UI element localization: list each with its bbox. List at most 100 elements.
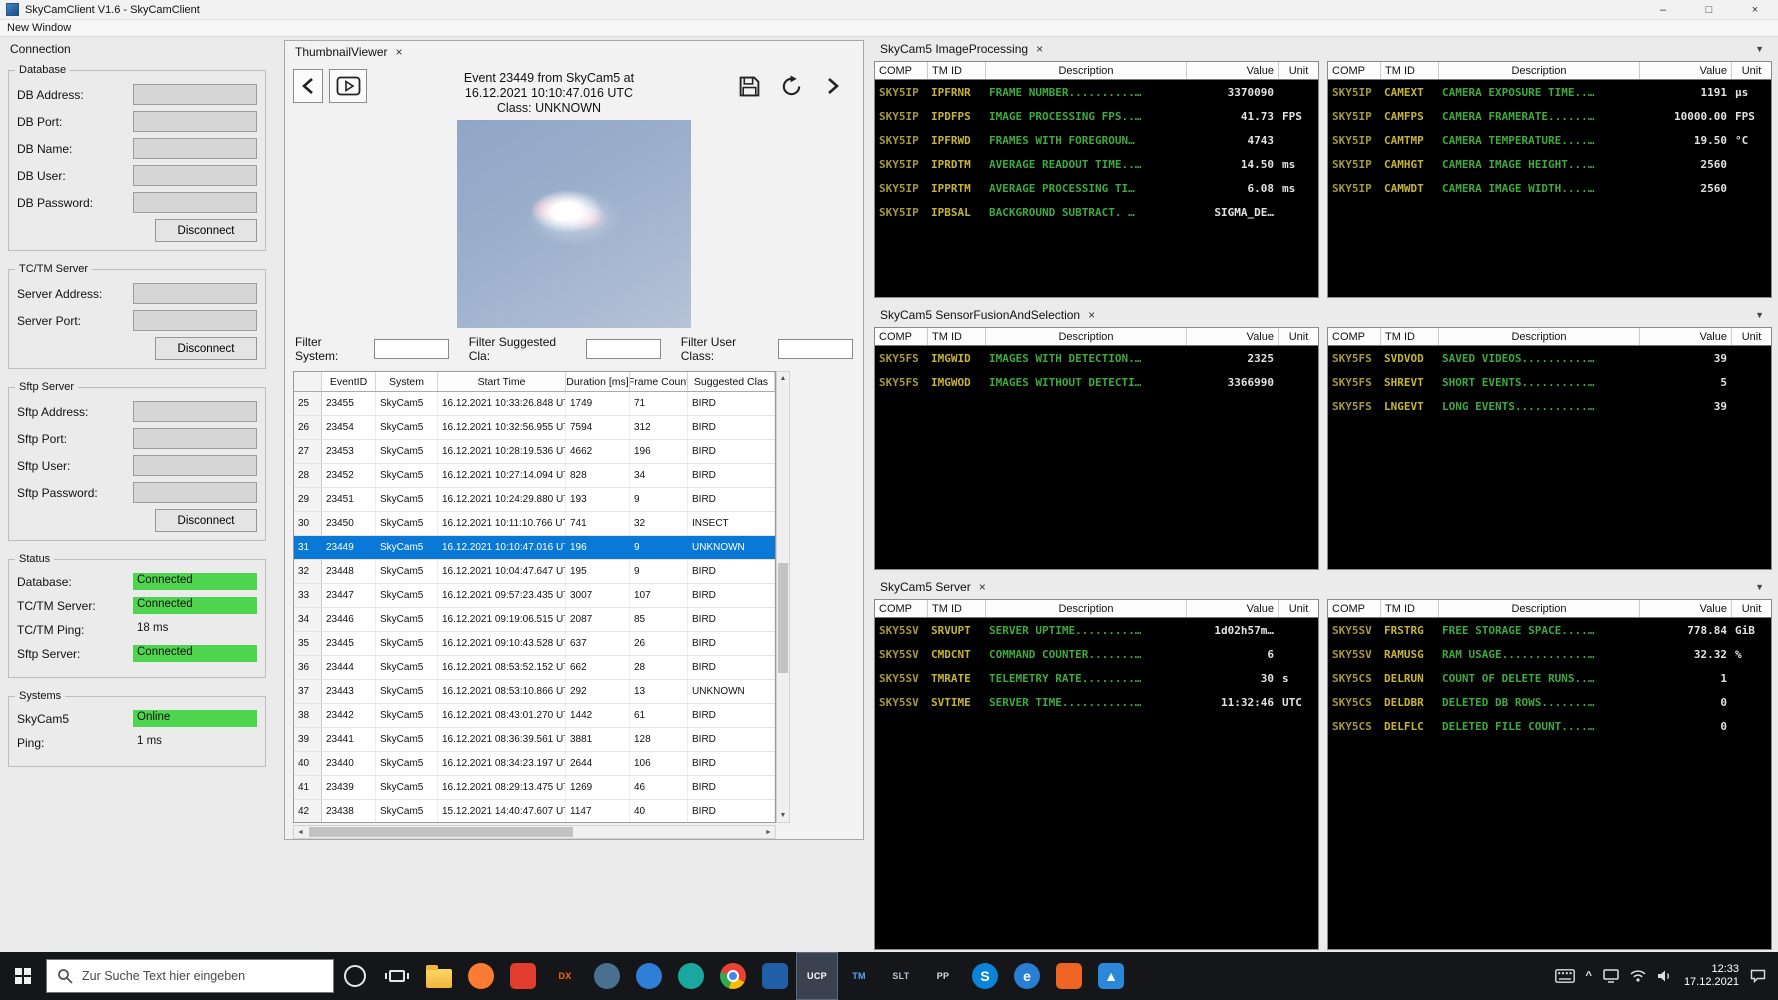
save-button[interactable] bbox=[731, 69, 767, 103]
notification-center-icon[interactable] bbox=[1750, 969, 1766, 983]
start-button[interactable] bbox=[0, 952, 46, 1000]
column-header-eventid[interactable]: EventID bbox=[322, 372, 376, 391]
event-row[interactable]: 2523455SkyCam516.12.2021 10:33:26.848 UT… bbox=[294, 392, 775, 416]
edge-icon[interactable]: e bbox=[1006, 952, 1048, 1000]
column-header-frame-count[interactable]: Frame Count bbox=[630, 372, 688, 391]
file-explorer-icon-glyph bbox=[426, 969, 452, 988]
scroll-up-icon[interactable]: ▲ bbox=[777, 372, 789, 385]
tctm-disconnect-button[interactable]: Disconnect bbox=[155, 337, 257, 360]
app-icon-orange[interactable] bbox=[1048, 952, 1090, 1000]
event-row[interactable]: 3923441SkyCam516.12.2021 08:36:39.561 UT… bbox=[294, 728, 775, 752]
close-icon[interactable]: × bbox=[1036, 42, 1043, 56]
event-row[interactable]: 4223438SkyCam515.12.2021 14:40:47.607 UT… bbox=[294, 800, 775, 823]
event-row[interactable]: 3623444SkyCam516.12.2021 08:53:52.152 UT… bbox=[294, 656, 775, 680]
dropdown-icon[interactable]: ▼ bbox=[1755, 310, 1764, 320]
db-user-input[interactable] bbox=[133, 165, 257, 186]
network-icon[interactable] bbox=[1630, 970, 1646, 982]
event-row[interactable]: 4123439SkyCam516.12.2021 08:29:13.475 UT… bbox=[294, 776, 775, 800]
event-row[interactable]: 3123449SkyCam516.12.2021 10:10:47.016 UT… bbox=[294, 536, 775, 560]
sftp-port-input[interactable] bbox=[133, 428, 257, 449]
filter-suggested-class-input[interactable] bbox=[586, 339, 661, 359]
sftp-disconnect-button[interactable]: Disconnect bbox=[155, 509, 257, 532]
play-button[interactable] bbox=[329, 69, 367, 103]
event-row[interactable]: 3823442SkyCam516.12.2021 08:43:01.270 UT… bbox=[294, 704, 775, 728]
server-port-input[interactable] bbox=[133, 310, 257, 331]
menu-new-window[interactable]: New Window bbox=[7, 22, 71, 34]
sftp-user-input[interactable] bbox=[133, 455, 257, 476]
dx-icon[interactable]: DX bbox=[544, 952, 586, 1000]
scroll-left-icon[interactable]: ◄ bbox=[294, 826, 307, 838]
taskbar-search-input[interactable]: Zur Suche Text hier eingeben bbox=[46, 959, 334, 993]
db-name-input[interactable] bbox=[133, 138, 257, 159]
event-thumbnail-image[interactable] bbox=[457, 120, 691, 328]
photos-icon[interactable]: ▲ bbox=[1090, 952, 1132, 1000]
event-row[interactable]: 3023450SkyCam516.12.2021 10:11:10.766 UT… bbox=[294, 512, 775, 536]
event-row[interactable]: 2823452SkyCam516.12.2021 10:27:14.094 UT… bbox=[294, 464, 775, 488]
sftp-password-input[interactable] bbox=[133, 482, 257, 503]
file-explorer-icon[interactable] bbox=[418, 952, 460, 1000]
display-icon[interactable] bbox=[1603, 969, 1619, 983]
skype-icon[interactable]: S bbox=[964, 952, 1006, 1000]
column-header-system[interactable]: System bbox=[376, 372, 438, 391]
scroll-right-icon[interactable]: ► bbox=[762, 826, 775, 838]
app-icon-blue[interactable] bbox=[628, 952, 670, 1000]
horizontal-scroll-thumb[interactable] bbox=[309, 827, 573, 837]
column-header-duration[interactable]: Duration [ms] bbox=[566, 372, 630, 391]
cortana-icon[interactable] bbox=[334, 952, 376, 1000]
vertical-scroll-thumb[interactable] bbox=[778, 563, 788, 673]
dropdown-icon[interactable]: ▼ bbox=[1755, 44, 1764, 54]
maximize-button[interactable]: □ bbox=[1686, 0, 1732, 19]
app-icon-navy[interactable] bbox=[754, 952, 796, 1000]
hidden-icons-chevron[interactable]: ^ bbox=[1586, 970, 1592, 982]
app-icon-red[interactable] bbox=[502, 952, 544, 1000]
volume-icon[interactable] bbox=[1657, 969, 1673, 983]
column-header-suggested-class[interactable]: Suggested Clas bbox=[688, 372, 775, 391]
db-disconnect-button[interactable]: Disconnect bbox=[155, 219, 257, 242]
previous-event-button[interactable] bbox=[293, 69, 323, 103]
event-row[interactable]: 2723453SkyCam516.12.2021 10:28:19.536 UT… bbox=[294, 440, 775, 464]
db-port-input[interactable] bbox=[133, 111, 257, 132]
firefox-icon[interactable] bbox=[460, 952, 502, 1000]
tm-id: IMGWID bbox=[927, 352, 985, 365]
sftp-address-input[interactable] bbox=[133, 401, 257, 422]
close-button[interactable]: × bbox=[1732, 0, 1778, 19]
tm-icon[interactable]: TM bbox=[838, 952, 880, 1000]
event-row[interactable]: 3323447SkyCam516.12.2021 09:57:23.435 UT… bbox=[294, 584, 775, 608]
close-icon[interactable]: × bbox=[1088, 308, 1095, 322]
event-row[interactable]: 3523445SkyCam516.12.2021 09:10:43.528 UT… bbox=[294, 632, 775, 656]
ucp-icon[interactable]: UCP bbox=[796, 952, 838, 1000]
pp-icon[interactable]: PP bbox=[922, 952, 964, 1000]
minimize-button[interactable]: – bbox=[1640, 0, 1686, 19]
event-row[interactable]: 2623454SkyCam516.12.2021 10:32:56.955 UT… bbox=[294, 416, 775, 440]
column-header-start-time[interactable]: Start Time bbox=[438, 372, 566, 391]
event-row[interactable]: 3223448SkyCam516.12.2021 10:04:47.647 UT… bbox=[294, 560, 775, 584]
task-view-icon[interactable] bbox=[376, 952, 418, 1000]
db-address-input[interactable] bbox=[133, 84, 257, 105]
filter-system-label: Filter System: bbox=[295, 335, 368, 363]
horizontal-scroll-track[interactable] bbox=[307, 826, 762, 838]
cell-frame-count: 196 bbox=[630, 440, 688, 463]
filter-system-input[interactable] bbox=[374, 339, 449, 359]
vertical-scroll-track[interactable] bbox=[777, 385, 789, 809]
slt-icon[interactable]: SLT bbox=[880, 952, 922, 1000]
browser-icon[interactable] bbox=[712, 952, 754, 1000]
next-event-button[interactable] bbox=[815, 69, 851, 103]
server-address-input[interactable] bbox=[133, 283, 257, 304]
taskbar-clock[interactable]: 12:33 17.12.2021 bbox=[1684, 963, 1739, 989]
refresh-button[interactable] bbox=[773, 69, 809, 103]
event-row[interactable]: 4023440SkyCam516.12.2021 08:34:23.197 UT… bbox=[294, 752, 775, 776]
scroll-down-icon[interactable]: ▼ bbox=[777, 809, 789, 822]
dropdown-icon[interactable]: ▼ bbox=[1755, 582, 1764, 592]
close-icon[interactable]: × bbox=[979, 580, 986, 594]
app-icon-teal[interactable] bbox=[670, 952, 712, 1000]
db-password-input[interactable] bbox=[133, 192, 257, 213]
event-row[interactable]: 2923451SkyCam516.12.2021 10:24:29.880 UT… bbox=[294, 488, 775, 512]
vertical-scrollbar[interactable]: ▲ ▼ bbox=[776, 371, 790, 823]
filter-user-class-input[interactable] bbox=[778, 339, 853, 359]
app-icon-steelblue[interactable] bbox=[586, 952, 628, 1000]
event-row[interactable]: 3423446SkyCam516.12.2021 09:19:06.515 UT… bbox=[294, 608, 775, 632]
event-row[interactable]: 3723443SkyCam516.12.2021 08:53:10.866 UT… bbox=[294, 680, 775, 704]
horizontal-scrollbar[interactable]: ◄ ► bbox=[293, 825, 776, 839]
touch-keyboard-icon[interactable] bbox=[1555, 969, 1575, 983]
close-icon[interactable]: × bbox=[396, 45, 403, 59]
